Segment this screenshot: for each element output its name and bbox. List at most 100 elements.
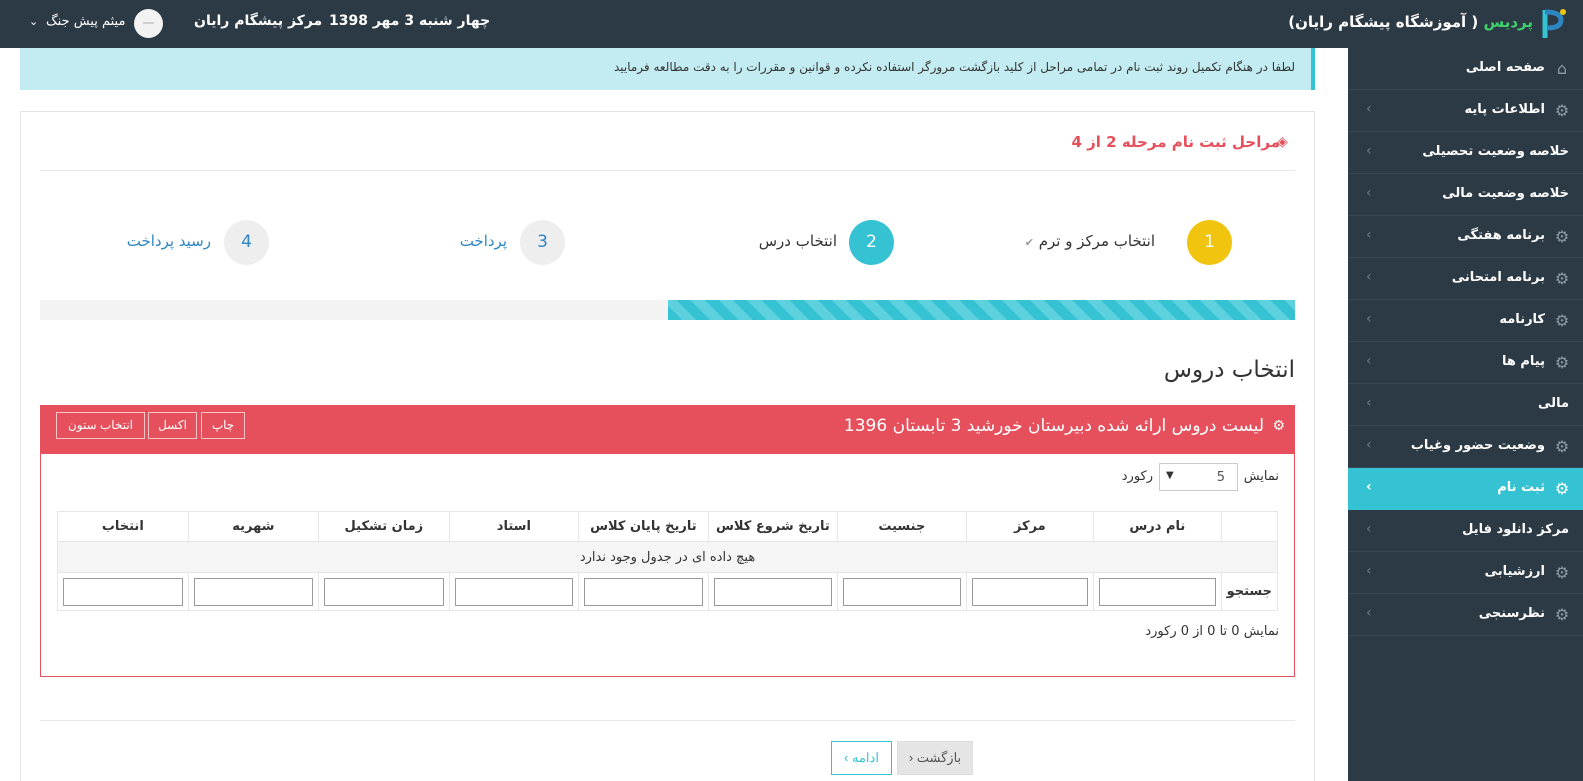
sidebar-item-financial-summary[interactable]: خلاصه وضعیت مالی ‹ (1348, 174, 1583, 216)
sidebar-item-label: پیام ها (1501, 354, 1545, 369)
gear-icon: ⚙ (1554, 227, 1570, 246)
search-gender-input[interactable] (843, 577, 961, 606)
sidebar-item-report-card[interactable]: ⚙ کارنامه ‹ (1348, 300, 1583, 342)
search-cell (707, 572, 839, 611)
column-header[interactable] (1220, 511, 1279, 542)
search-cell (318, 572, 450, 611)
step-1-label: انتخاب مرکز و ترم ✔ (1025, 232, 1155, 250)
search-time-input[interactable] (324, 577, 444, 606)
search-row: جستجو (57, 572, 1279, 611)
column-select-button[interactable]: انتخاب ستون (56, 412, 145, 439)
sidebar-item-weekly-schedule[interactable]: ⚙ برنامه هفتگی ‹ (1348, 216, 1583, 258)
sidebar-item-label: کارنامه (1499, 312, 1545, 327)
divider (40, 720, 1295, 721)
sidebar-item-academic-summary[interactable]: خلاصه وضعیت تحصیلی ‹ (1348, 132, 1583, 174)
search-start-date-input[interactable] (713, 577, 833, 606)
column-header[interactable]: نام درس (1093, 511, 1222, 542)
sidebar-item-registration[interactable]: ⚙ ثبت نام ‹ (1348, 468, 1583, 510)
sidebar-item-label: ثبت نام (1497, 480, 1545, 495)
sidebar-item-survey[interactable]: ⚙ نظرسنجی ‹ (1348, 594, 1583, 636)
table-info: نمایش 0 تا 0 از 0 رکورد (1145, 624, 1279, 639)
chevron-left-icon: ‹ (1366, 227, 1372, 243)
excel-button[interactable]: اکسل (148, 412, 197, 439)
search-course-name-input[interactable] (1099, 577, 1216, 606)
chevron-left-icon: ‹ (1366, 269, 1372, 285)
table-header-row: نام درس مرکز جنسیت تاریخ شروع کلاس تاریخ… (57, 511, 1279, 542)
progress-fill (667, 300, 1295, 320)
search-cell (965, 572, 1095, 611)
search-center-input[interactable] (971, 577, 1089, 606)
search-cell (187, 572, 320, 611)
search-end-date-input[interactable] (584, 577, 703, 606)
column-header[interactable]: زمان تشکیل (318, 511, 450, 542)
sidebar-item-label: مالی (1538, 396, 1569, 411)
page-size-select[interactable]: 5 ▼ (1159, 463, 1238, 491)
sidebar-item-label: برنامه امتحانی (1451, 270, 1545, 285)
gear-icon: ⚙ (1554, 311, 1570, 330)
user-name[interactable]: میثم پیش جنگ (46, 14, 125, 29)
sidebar-item-home[interactable]: ⌂ صفحه اصلی (1348, 48, 1583, 90)
chevron-left-icon: ‹ (1366, 605, 1372, 621)
current-center: مرکز پیشگام رایان (194, 13, 323, 29)
page-size-value: 5 (1216, 470, 1225, 485)
gear-icon: ⚙ (1554, 101, 1570, 120)
column-header[interactable]: شهریه (187, 511, 320, 542)
brand-name: پردیس (1483, 13, 1534, 31)
back-button[interactable]: بازگشت ‹ (897, 741, 973, 775)
wizard-progress-bar (40, 300, 1295, 320)
sidebar-item-label: خلاصه وضعیت مالی (1442, 186, 1569, 201)
sidebar-item-exam-schedule[interactable]: ⚙ برنامه امتحانی ‹ (1348, 258, 1583, 300)
check-icon: ✔ (1024, 236, 1034, 249)
chevron-left-icon: ‹ (1366, 563, 1372, 579)
sidebar-item-messages[interactable]: ⚙ پیام ها ‹ (1348, 342, 1583, 384)
chevron-left-icon: ‹ (1366, 143, 1372, 159)
column-header[interactable]: مرکز (965, 511, 1095, 542)
divider (40, 170, 1295, 171)
search-teacher-input[interactable] (454, 577, 574, 606)
caret-down-icon: ▼ (1166, 470, 1174, 481)
step-3-circle: 3 (520, 220, 565, 265)
step-1-label-text: انتخاب مرکز و ترم (1038, 232, 1155, 250)
sidebar-item-finance[interactable]: مالی ‹ (1348, 384, 1583, 426)
gear-icon: ⚙ (1554, 269, 1570, 288)
current-date: چهار شنبه 3 مهر 1398 (329, 13, 491, 29)
step-4-label: رسید پرداخت (126, 232, 211, 250)
sidebar-item-label: مرکز دانلود فایل (1462, 522, 1569, 537)
sidebar-item-download-center[interactable]: مرکز دانلود فایل ‹ (1348, 510, 1583, 552)
search-cell (578, 572, 709, 611)
chevron-left-icon: ‹ (1366, 479, 1372, 495)
sidebar-item-label: برنامه هفتگی (1457, 228, 1545, 243)
column-header[interactable]: انتخاب (57, 511, 189, 542)
sidebar-item-basic-info[interactable]: ⚙ اطلاعات پایه ‹ (1348, 90, 1583, 132)
sidebar-item-label: اطلاعات پایه (1464, 102, 1545, 117)
column-header[interactable]: تاریخ شروع کلاس (707, 511, 839, 542)
sitemap-icon: ⚙ (1272, 418, 1285, 434)
search-cell (1093, 572, 1222, 611)
sidebar: ⌂ صفحه اصلی ⚙ اطلاعات پایه ‹ خلاصه وضعیت… (1348, 48, 1583, 781)
chevron-left-icon: ‹ (1366, 353, 1372, 369)
brand-org: ( آموزشگاه پیشگام رایان) (1288, 13, 1479, 31)
gear-icon: ⚙ (1554, 563, 1570, 582)
page-size-prefix: نمایش (1243, 469, 1279, 484)
sidebar-item-attendance[interactable]: ⚙ وضعیت حضور وغیاب ‹ (1348, 426, 1583, 468)
chevron-left-icon: ‹ (1366, 521, 1372, 537)
home-icon: ⌂ (1556, 59, 1568, 78)
print-button[interactable]: چاپ (201, 412, 245, 439)
sidebar-item-label: ارزشیابی (1484, 564, 1545, 579)
info-alert: لطفا در هنگام تکمیل روند ثبت نام در تمام… (20, 48, 1315, 90)
column-header[interactable]: جنسیت (837, 511, 967, 542)
next-button[interactable]: ادامه › (831, 741, 892, 775)
chevron-left-icon: ‹ (1366, 101, 1372, 117)
avatar[interactable] (134, 9, 163, 38)
alert-text: لطفا در هنگام تکمیل روند ثبت نام در تمام… (613, 60, 1295, 74)
sidebar-item-evaluation[interactable]: ⚙ ارزشیابی ‹ (1348, 552, 1583, 594)
courses-card: ⚙ لیست دروس ارائه شده دبیرستان خورشید 3 … (40, 405, 1295, 677)
logo-icon (1542, 9, 1566, 38)
chevron-down-icon[interactable]: ⌄ (29, 15, 38, 28)
search-cell (837, 572, 967, 611)
step-2-label: انتخاب درس (758, 232, 837, 250)
search-select-input[interactable] (63, 577, 183, 606)
column-header[interactable]: استاد (448, 511, 580, 542)
column-header[interactable]: تاریخ پایان کلاس (578, 511, 709, 542)
search-tuition-input[interactable] (193, 577, 314, 606)
